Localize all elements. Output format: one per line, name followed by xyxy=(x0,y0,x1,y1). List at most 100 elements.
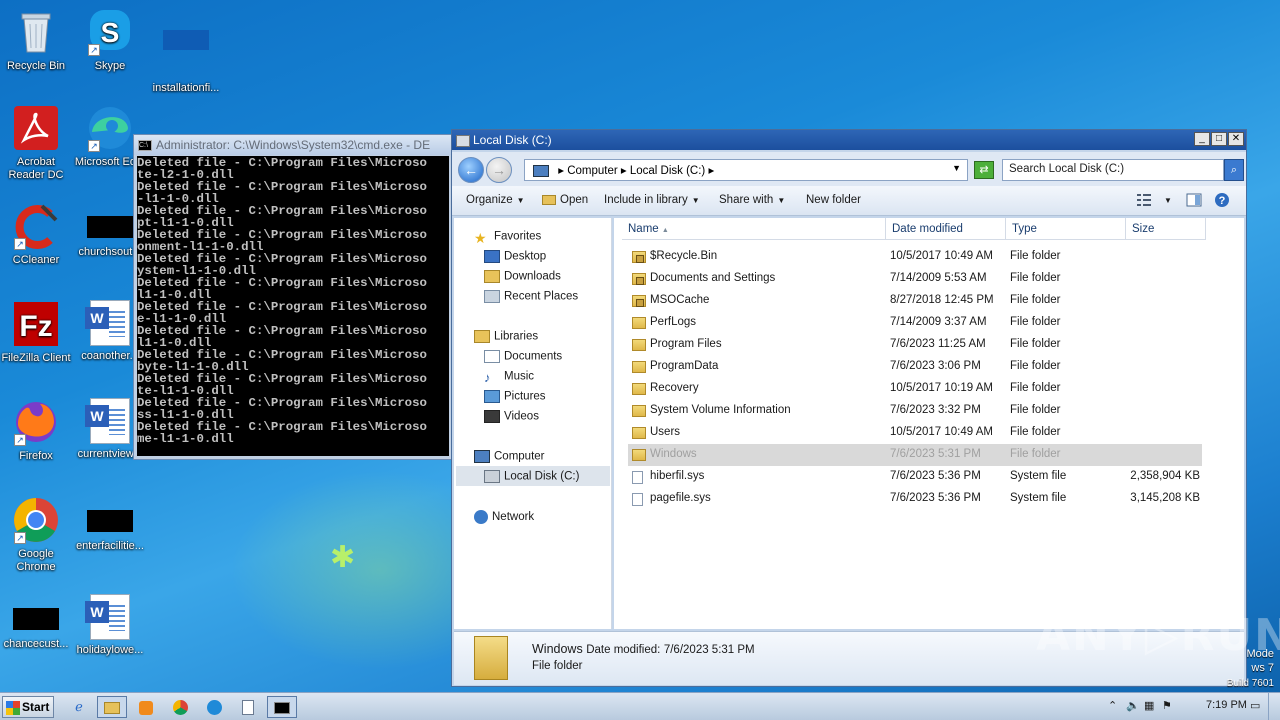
nav-videos[interactable]: Videos xyxy=(484,410,539,423)
nav-favorites[interactable]: ★ Favorites xyxy=(474,230,541,246)
taskbar-chrome-icon[interactable] xyxy=(165,696,195,718)
desktop-icon-label: CCleaner xyxy=(12,254,60,266)
tray-expand-icon[interactable]: ⌃ xyxy=(1108,699,1117,712)
file-row[interactable]: Users 10/5/2017 10:49 AM File folder xyxy=(628,422,1202,444)
column-header-type[interactable]: Type xyxy=(1006,218,1126,240)
file-size: 2,358,904 KB xyxy=(1130,470,1200,482)
search-button[interactable]: ⌕ xyxy=(1224,159,1244,181)
refresh-button[interactable]: ⇄ xyxy=(974,161,994,179)
desktop-icon-chancecust[interactable]: chancecust... xyxy=(0,594,74,651)
maximize-button[interactable]: □ xyxy=(1211,132,1227,146)
close-button[interactable]: ✕ xyxy=(1228,132,1244,146)
cmd-window[interactable]: C:\ Administrator: C:\Windows\System32\cm… xyxy=(133,134,453,460)
desktop-icon-recycle-bin[interactable]: Recycle Bin xyxy=(0,8,74,73)
nav-recent-places[interactable]: Recent Places xyxy=(484,290,578,303)
action-center-flag-icon[interactable]: ⚑ xyxy=(1162,699,1172,712)
folder-icon xyxy=(632,427,646,439)
desktop-icon-firefox[interactable]: ↗ Firefox xyxy=(0,398,74,463)
nav-pictures[interactable]: Pictures xyxy=(484,390,546,403)
nav-desktop[interactable]: Desktop xyxy=(484,250,546,263)
navigation-pane: ★ Favorites Desktop Downloads Recent Plac… xyxy=(454,218,612,629)
column-header-name[interactable]: Name ▲ xyxy=(622,218,886,240)
taskbar-cmd-icon[interactable] xyxy=(267,696,297,718)
shortcut-arrow-icon: ↗ xyxy=(14,434,26,446)
back-button[interactable]: ← xyxy=(458,157,484,183)
taskbar-media-player-icon[interactable] xyxy=(131,696,161,718)
view-options-icon[interactable] xyxy=(1136,192,1152,208)
taskbar-edge-icon[interactable] xyxy=(199,696,229,718)
file-date: 7/6/2023 5:36 PM xyxy=(890,470,981,482)
desktop-icon-installationfile[interactable]: installationfi... xyxy=(148,8,224,95)
shortcut-arrow-icon: ↗ xyxy=(88,140,100,152)
details-type: File folder xyxy=(532,660,583,672)
taskbar-notepad-icon[interactable] xyxy=(233,696,263,718)
nav-music[interactable]: ♪ Music xyxy=(484,370,534,385)
notification-icon[interactable]: ▭ xyxy=(1250,699,1260,712)
network-tray-icon[interactable]: ▦ xyxy=(1144,699,1154,712)
file-type: File folder xyxy=(1010,448,1061,460)
desktop-icon-acrobat[interactable]: Acrobat Reader DC xyxy=(0,104,74,182)
desktop-icon-chrome[interactable]: ↗ Google Chrome xyxy=(0,496,74,574)
file-row[interactable]: Recovery 10/5/2017 10:19 AM File folder xyxy=(628,378,1202,400)
address-bar[interactable]: ▸ Computer ▸ Local Disk (C:) ▸ ▼ xyxy=(524,159,968,181)
file-icon xyxy=(632,493,643,506)
nav-computer[interactable]: Computer xyxy=(474,450,545,463)
file-row[interactable]: Documents and Settings 7/14/2009 5:53 AM F… xyxy=(628,268,1202,290)
nav-network[interactable]: Network xyxy=(474,510,534,524)
desktop-icon-holidaylowe[interactable]: W holidaylowe... xyxy=(72,594,148,657)
file-row[interactable]: Windows 7/6/2023 5:31 PM File folder xyxy=(628,444,1202,466)
file-row[interactable]: PerfLogs 7/14/2009 3:37 AM File folder xyxy=(628,312,1202,334)
clock[interactable]: 7:19 PM xyxy=(1206,699,1247,711)
file-type: File folder xyxy=(1010,338,1061,350)
nav-documents[interactable]: Documents xyxy=(484,350,562,363)
file-row[interactable]: hiberfil.sys 7/6/2023 5:36 PM System file 2… xyxy=(628,466,1202,488)
breadcrumb-drive[interactable]: Local Disk (C:) xyxy=(630,165,705,177)
nav-downloads[interactable]: Downloads xyxy=(484,270,561,283)
volume-icon[interactable]: 🔈 xyxy=(1126,699,1140,712)
file-date: 7/6/2023 5:36 PM xyxy=(890,492,981,504)
desktop-icon-enterfacilities[interactable]: enterfacilitie... xyxy=(72,496,148,553)
explorer-window[interactable]: Local Disk (C:) _ □ ✕ ← → ▸ Computer ▸ L… xyxy=(451,129,1247,687)
organize-button[interactable]: Organize ▼ xyxy=(466,194,525,206)
column-header-date[interactable]: Date modified xyxy=(886,218,1006,240)
start-button[interactable]: Start xyxy=(2,696,54,718)
file-type: File folder xyxy=(1010,272,1061,284)
file-row[interactable]: Program Files 7/6/2023 11:25 AM File folde… xyxy=(628,334,1202,356)
minimize-button[interactable]: _ xyxy=(1194,132,1210,146)
file-row[interactable]: $Recycle.Bin 10/5/2017 10:49 AM File folde… xyxy=(628,246,1202,268)
breadcrumb-computer[interactable]: Computer xyxy=(567,165,618,177)
desktop-icon-label: FileZilla Client xyxy=(1,352,71,364)
cmd-output[interactable]: Deleted file - C:\Program Files\Microso t… xyxy=(137,156,449,456)
search-input[interactable]: Search Local Disk (C:) xyxy=(1002,159,1224,181)
desktop-icon-filezilla[interactable]: Fz FileZilla Client xyxy=(0,300,74,365)
file-row[interactable]: pagefile.sys 7/6/2023 5:36 PM System file 3… xyxy=(628,488,1202,510)
recycle-bin-icon xyxy=(12,8,60,56)
file-date: 7/14/2009 5:53 AM xyxy=(890,272,987,284)
show-desktop-button[interactable] xyxy=(1268,693,1280,720)
wallpaper-logo: ✱ xyxy=(330,541,356,574)
nav-libraries[interactable]: Libraries xyxy=(474,330,538,343)
new-folder-button[interactable]: New folder xyxy=(806,194,861,206)
help-icon[interactable]: ? xyxy=(1214,192,1230,208)
address-dropdown-icon[interactable]: ▼ xyxy=(952,163,961,173)
file-date: 10/5/2017 10:49 AM xyxy=(890,250,993,262)
desktop-icon-skype[interactable]: S ↗ Skype xyxy=(72,8,148,73)
file-row[interactable]: MSOCache 8/27/2018 12:45 PM File folder xyxy=(628,290,1202,312)
nav-local-disk[interactable]: Local Disk (C:) xyxy=(484,470,579,483)
view-dropdown-icon[interactable]: ▼ xyxy=(1164,196,1172,205)
explorer-titlebar[interactable]: Local Disk (C:) _ □ ✕ xyxy=(452,130,1246,150)
desktop-icon-ccleaner[interactable]: ↗ CCleaner xyxy=(0,202,74,267)
preview-pane-icon[interactable] xyxy=(1186,192,1202,208)
taskbar-ie-icon[interactable]: ℯ xyxy=(64,696,94,718)
forward-button[interactable]: → xyxy=(486,157,512,183)
locked-folder-icon xyxy=(632,273,646,285)
open-button[interactable]: Open xyxy=(542,194,588,206)
cmd-titlebar[interactable]: C:\ Administrator: C:\Windows\System32\cm… xyxy=(134,135,452,155)
file-row[interactable]: ProgramData 7/6/2023 3:06 PM File folder xyxy=(628,356,1202,378)
taskbar: Start ℯ ⌃ 🔈 ▦ ⚑ 7:19 PM ▭ xyxy=(0,692,1280,720)
taskbar-explorer-icon[interactable] xyxy=(97,696,127,718)
share-with-button[interactable]: Share with ▼ xyxy=(719,194,785,206)
column-header-size[interactable]: Size xyxy=(1126,218,1206,240)
file-row[interactable]: System Volume Information 7/6/2023 3:32 P… xyxy=(628,400,1202,422)
include-in-library-button[interactable]: Include in library ▼ xyxy=(604,194,700,206)
